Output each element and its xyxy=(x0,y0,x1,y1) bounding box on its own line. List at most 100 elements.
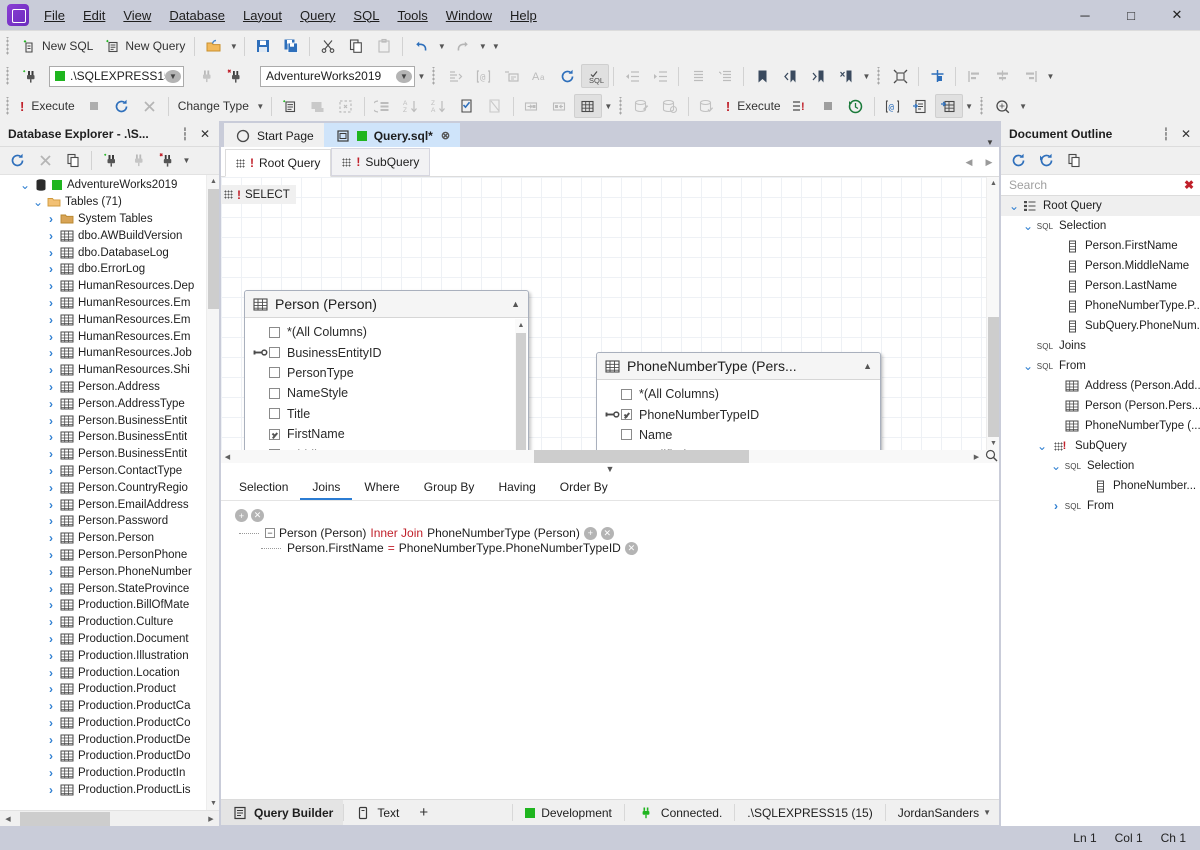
chevron-right-icon[interactable]: › xyxy=(43,582,59,596)
scroll-down-arrow[interactable]: ▼ xyxy=(207,797,219,810)
db-tree-item[interactable]: ›Production.ProductCa xyxy=(0,698,219,715)
clear-bookmarks-button[interactable] xyxy=(832,64,860,88)
node-scroll-thumb[interactable] xyxy=(516,333,526,450)
joins-editor[interactable]: + ✕ − Person (Person) Inner Join PhoneNu… xyxy=(221,501,999,799)
refresh-data-button[interactable] xyxy=(108,94,136,118)
column-checkbox[interactable] xyxy=(621,389,632,400)
chevron-right-icon[interactable]: › xyxy=(43,414,59,428)
canvas-hscroll-track[interactable] xyxy=(234,450,970,463)
db-tree-item[interactable]: ›Production.Location xyxy=(0,664,219,681)
copy-button[interactable] xyxy=(342,34,370,58)
chevron-right-icon[interactable]: › xyxy=(43,632,59,646)
menu-window[interactable]: Window xyxy=(437,3,501,28)
cut-button[interactable] xyxy=(314,34,342,58)
status-user-caret[interactable]: ▼ xyxy=(983,800,999,825)
chevron-right-icon[interactable]: › xyxy=(43,598,59,612)
chevron-right-icon[interactable]: › xyxy=(43,447,59,461)
node-collapse-chevron-icon[interactable]: ▲ xyxy=(861,361,874,371)
grid-dropdown-caret[interactable]: ▼ xyxy=(602,94,615,118)
new-query-button[interactable]: New Query xyxy=(98,34,190,58)
undo-dropdown-caret[interactable]: ▼ xyxy=(435,34,448,58)
execute-query-button[interactable]: ! Execute xyxy=(721,94,786,118)
hscroll-left-arrow[interactable]: ◀ xyxy=(0,815,16,823)
previous-bookmark-button[interactable] xyxy=(776,64,804,88)
chevron-right-icon[interactable]: › xyxy=(43,279,59,293)
close-connection-button[interactable] xyxy=(220,64,248,88)
change-type-button[interactable]: Change Type xyxy=(173,94,254,118)
document-tab-query-sql[interactable]: Query.sql* ⊗ xyxy=(324,123,460,147)
new-connection-button[interactable] xyxy=(15,64,43,88)
document-tab-close-icon[interactable]: ⊗ xyxy=(441,129,450,142)
hscroll-track[interactable] xyxy=(16,812,203,826)
outline-tree-item[interactable]: PhoneNumberType.P... xyxy=(1001,296,1200,316)
select-chip[interactable]: ! SELECT xyxy=(221,185,296,204)
db-tree-item[interactable]: ›HumanResources.Dep xyxy=(0,278,219,295)
tab-subquery[interactable]: ! SubQuery xyxy=(331,148,430,176)
db-tree-item[interactable]: ⌄Tables (71) xyxy=(0,194,219,211)
remove-join-button[interactable]: ✕ xyxy=(601,527,614,540)
chevron-right-icon[interactable]: › xyxy=(43,346,59,360)
database-combobox[interactable]: AdventureWorks2019 ▼ xyxy=(260,66,415,87)
db-tree-item[interactable]: ›dbo.ErrorLog xyxy=(0,261,219,278)
db-tree-item[interactable]: ›Person.Password xyxy=(0,513,219,530)
remove-condition-button[interactable]: ✕ xyxy=(625,542,638,555)
chevron-down-icon[interactable]: ⌄ xyxy=(1021,364,1035,369)
scroll-thumb[interactable] xyxy=(208,189,219,309)
outline-tree-item[interactable]: Person.MiddleName xyxy=(1001,256,1200,276)
db-tree-item[interactable]: ›Person.EmailAddress xyxy=(0,496,219,513)
chevron-right-icon[interactable]: › xyxy=(43,699,59,713)
condition-left-column[interactable]: Person.FirstName xyxy=(287,541,384,555)
explorer-horizontal-scrollbar[interactable]: ◀ ▶ xyxy=(0,810,219,826)
chevron-right-icon[interactable]: › xyxy=(43,733,59,747)
node-vertical-scrollbar[interactable]: ▲ ▼ xyxy=(515,319,527,450)
explorer-connect-button[interactable] xyxy=(96,149,124,173)
db-tree-item[interactable]: ›Production.ProductLis xyxy=(0,782,219,799)
outline-search-input[interactable] xyxy=(1007,177,1182,193)
chevron-right-icon[interactable]: › xyxy=(43,716,59,730)
outline-tree-item[interactable]: ⌄SQLFrom xyxy=(1001,356,1200,376)
chevron-right-icon[interactable]: › xyxy=(43,380,59,394)
chevron-right-icon[interactable]: › xyxy=(43,548,59,562)
chevron-right-icon[interactable]: › xyxy=(43,615,59,629)
explorer-vertical-scrollbar[interactable]: ▲ ▼ xyxy=(206,175,219,810)
outline-close-button[interactable]: ✕ xyxy=(1176,124,1196,144)
menu-file[interactable]: File xyxy=(35,3,74,28)
db-tree-item[interactable]: ›Person.BusinessEntit xyxy=(0,429,219,446)
toolbar-grip[interactable] xyxy=(617,97,626,115)
chevron-right-icon[interactable]: › xyxy=(43,363,59,377)
new-sql-button[interactable]: New SQL xyxy=(15,34,98,58)
canvas-scroll-up-arrow[interactable]: ▲ xyxy=(987,177,999,190)
export-script-button[interactable] xyxy=(907,94,935,118)
tab-selection[interactable]: Selection xyxy=(227,475,300,500)
export-grid-button[interactable] xyxy=(935,94,963,118)
tab-group-by[interactable]: Group By xyxy=(412,475,487,500)
explorer-close-button[interactable]: ✕ xyxy=(195,124,215,144)
remove-all-joins-button[interactable]: ✕ xyxy=(251,509,264,522)
db-tree-item[interactable]: ›Production.ProductDe xyxy=(0,731,219,748)
chevron-right-icon[interactable]: › xyxy=(43,262,59,276)
node-header[interactable]: Person (Person) ▲ xyxy=(245,291,528,318)
outline-tree-item[interactable]: PhoneNumberType (... xyxy=(1001,416,1200,436)
open-button[interactable] xyxy=(199,34,227,58)
db-tree-item[interactable]: ›Production.Illustration xyxy=(0,647,219,664)
db-tree-item[interactable]: ›Person.AddressType xyxy=(0,395,219,412)
node-column-row[interactable]: NameStyle xyxy=(245,383,528,403)
chevron-right-icon[interactable]: › xyxy=(43,212,59,226)
export-dropdown-caret[interactable]: ▼ xyxy=(963,94,976,118)
db-tree-item[interactable]: ›Person.PersonPhone xyxy=(0,547,219,564)
outline-tree-item[interactable]: ⌄Root Query xyxy=(1001,196,1200,216)
outline-tree-item[interactable]: ⌄SQLSelection xyxy=(1001,216,1200,236)
db-tree-item[interactable]: ›Person.PhoneNumber xyxy=(0,563,219,580)
node-column-list[interactable]: *(All Columns)BusinessEntityIDPersonType… xyxy=(245,318,528,450)
maximize-button[interactable]: □ xyxy=(1108,0,1154,30)
open-dropdown-caret[interactable]: ▼ xyxy=(227,34,240,58)
close-button[interactable]: ✕ xyxy=(1154,0,1200,30)
outline-tree-item[interactable]: ⌄SQLSelection xyxy=(1001,456,1200,476)
tab-where[interactable]: Where xyxy=(352,475,411,500)
db-tree-item[interactable]: ›Production.ProductCo xyxy=(0,715,219,732)
db-tree-item[interactable]: ›System Tables xyxy=(0,211,219,228)
status-tab-query-builder[interactable]: Query Builder xyxy=(221,800,343,825)
db-tree-item[interactable]: ›HumanResources.Em xyxy=(0,328,219,345)
splitter-collapse-button[interactable]: ▼ xyxy=(221,463,999,475)
chevron-right-icon[interactable]: › xyxy=(43,531,59,545)
